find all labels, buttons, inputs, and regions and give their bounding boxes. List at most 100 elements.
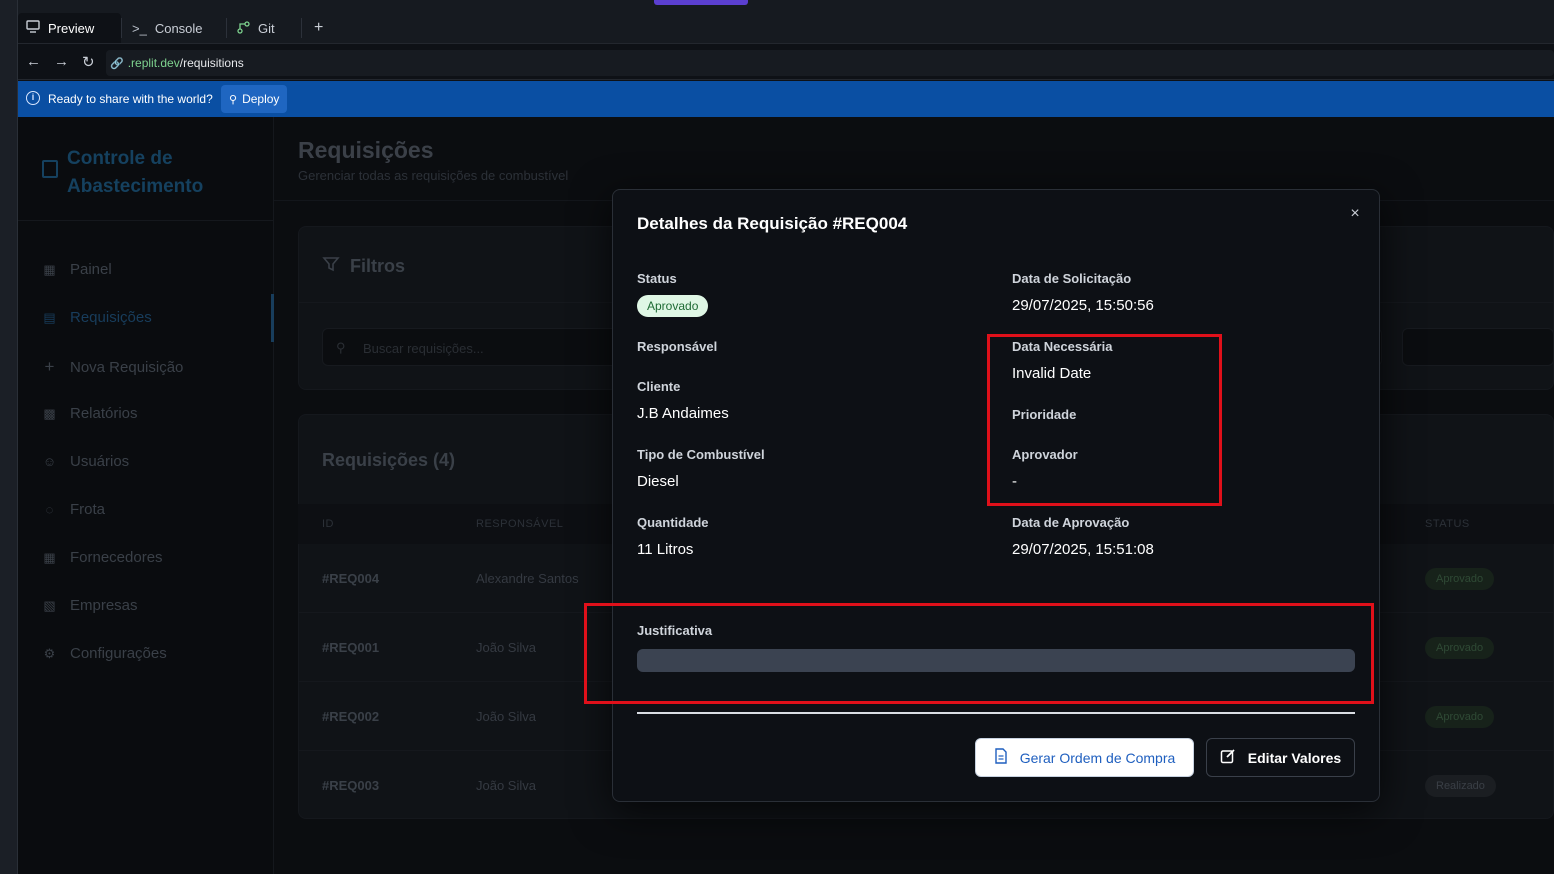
divider [18,220,274,221]
fuel-pump-icon [42,160,58,178]
sidebar-item-relatorios[interactable]: ▩ Relatórios [42,405,137,422]
combustivel-label: Tipo de Combustível [637,447,765,462]
tab-label: Git [258,20,275,36]
status-badge: Aprovado [1425,568,1495,590]
data-aprovacao-label: Data de Aprovação [1012,515,1130,530]
sidebar-item-label: Painel [70,261,112,278]
new-tab-button[interactable]: + [306,13,331,43]
page-title: Requisições [298,137,434,163]
url-input[interactable] [106,50,1554,76]
data-solicitacao-label: Data de Solicitação [1012,271,1132,286]
sidebar-item-label: Usuários [70,453,130,470]
deploy-icon: ⚲ [229,93,238,106]
column-header-id: ID [322,518,334,530]
page-subtitle: Gerenciar todas as requisições de combus… [298,168,569,183]
tab-console[interactable]: >_ Console [124,13,211,43]
plus-icon: + [44,357,55,376]
edit-icon [1220,748,1236,767]
table-row-responsavel: João Silva [476,709,536,724]
tab-divider [226,18,227,38]
dashboard-icon: ▦ [43,261,56,277]
search-placeholder: Buscar requisições... [363,341,484,356]
table-row-id[interactable]: #REQ003 [322,778,379,793]
quantidade-label: Quantidade [637,515,709,530]
sidebar-item-requisicoes[interactable]: ▤ Requisições [42,309,151,326]
sidebar-item-usuarios[interactable]: ☺ Usuários [42,453,129,470]
monitor-icon [26,20,40,36]
sidebar-item-label: Configurações [70,645,167,662]
search-icon: ⚲ [336,340,346,355]
git-branch-icon [236,20,250,37]
terminal-icon: >_ [132,20,147,36]
sidebar-item-label: Empresas [70,597,138,614]
gear-icon: ⚙ [43,645,56,661]
tab-preview[interactable]: Preview [18,13,121,43]
status-label: Status [637,271,677,286]
document-icon [994,748,1008,767]
status-badge: Aprovado [1425,706,1495,728]
url-text[interactable]: 🔗 .replit.dev/requisitions [110,53,244,73]
filter-select[interactable] [1402,328,1554,366]
sidebar-item-painel[interactable]: ▦ Painel [42,261,112,278]
sidebar [18,117,274,874]
deploy-banner: i Ready to share with the world? ⚲ Deplo… [18,81,1554,117]
table-row-id[interactable]: #REQ001 [322,640,379,655]
status-badge: Aprovado [1425,637,1495,659]
banner-text: Ready to share with the world? [48,92,213,106]
filter-icon [322,255,340,278]
status-badge: Aprovado [637,295,709,317]
data-aprovacao-value: 29/07/2025, 15:51:08 [1012,541,1154,558]
reload-icon[interactable]: ↻ [82,53,95,71]
tab-git[interactable]: Git [228,13,283,43]
highlight-box [987,334,1222,506]
users-icon: ☺ [42,454,57,469]
brand-title: Controle de Abastecimento [67,148,204,197]
url-path: /requisitions [179,56,244,70]
filters-label: Filtros [350,256,406,276]
sidebar-item-fornecedores[interactable]: ▦ Fornecedores [42,549,163,566]
edit-values-button[interactable]: Editar Valores [1206,738,1355,777]
column-header-responsavel: RESPONSÁVEL [476,518,564,530]
plus-icon: + [314,19,324,36]
status-badge: Realizado [1425,775,1496,797]
sidebar-item-label: Frota [70,501,106,518]
building-icon: ▦ [43,549,56,565]
active-indicator [271,294,274,342]
table-row-responsavel: João Silva [476,778,536,793]
responsavel-label: Responsável [637,339,718,354]
data-solicitacao-value: 29/07/2025, 15:50:56 [1012,297,1154,314]
workspace-rail [0,0,18,874]
generate-purchase-order-button[interactable]: Gerar Ordem de Compra [975,738,1194,777]
cliente-label: Cliente [637,379,681,394]
tab-label: Console [154,20,203,36]
table-row-responsavel: João Silva [476,640,536,655]
button-label: Editar Valores [1247,749,1342,766]
deploy-button[interactable]: ⚲ Deploy [221,85,288,113]
link-icon: 🔗 [110,57,124,70]
close-icon[interactable]: × [1346,205,1364,223]
office-icon: ▧ [43,597,56,613]
sidebar-item-label: Nova Requisição [70,358,184,376]
window-indicator [654,0,748,5]
sidebar-item-label: Fornecedores [70,549,163,566]
tab-label: Preview [48,20,95,36]
sidebar-item-configuracoes[interactable]: ⚙ Configurações [42,645,167,662]
table-row-id[interactable]: #REQ002 [322,709,379,724]
quantidade-value: 11 Litros [637,541,694,558]
url-domain: .replit.dev [127,56,180,70]
forward-icon[interactable]: → [54,53,69,70]
column-header-status: STATUS [1425,518,1470,530]
sidebar-item-nova-requisicao[interactable]: + Nova Requisição [42,357,184,377]
clipboard-icon: ▤ [43,309,56,325]
divider [637,712,1355,714]
car-icon: ◌ [45,502,54,517]
cliente-value: J.B Andaimes [637,405,729,422]
sidebar-item-empresas[interactable]: ▧ Empresas [42,597,138,614]
button-label: Gerar Ordem de Compra [1019,749,1176,766]
deploy-label: Deploy [242,92,280,106]
table-title: Requisições (4) [322,450,456,470]
sidebar-item-frota[interactable]: ◌ Frota [42,501,105,518]
highlight-box [584,603,1374,704]
table-row-id[interactable]: #REQ004 [322,571,379,586]
back-icon[interactable]: ← [26,53,41,70]
